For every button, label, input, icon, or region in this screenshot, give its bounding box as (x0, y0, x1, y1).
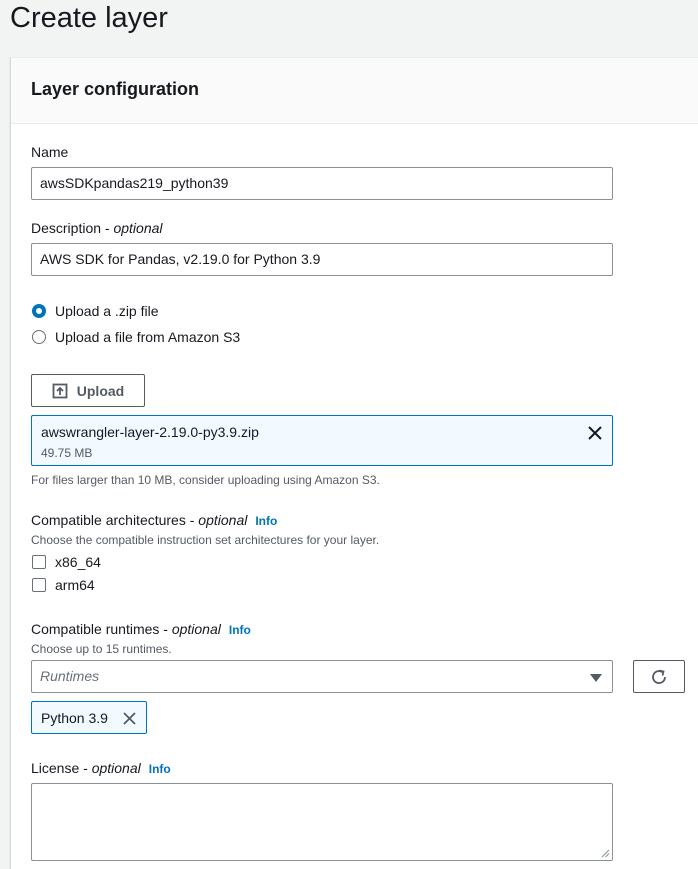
runtimes-optional: optional (171, 621, 221, 637)
description-label-text: Description - (31, 220, 114, 236)
file-size: 49.75 MB (41, 446, 93, 460)
runtime-token: Python 3.9 (31, 701, 147, 734)
name-input[interactable]: awsSDKpandas219_python39 (31, 167, 613, 200)
layer-configuration-panel: Layer configuration Name awsSDKpandas219… (10, 57, 698, 869)
file-name: awswrangler-layer-2.19.0-py3.9.zip (41, 424, 259, 440)
description-input[interactable]: AWS SDK for Pandas, v2.19.0 for Python 3… (31, 243, 613, 276)
radio-selected-icon[interactable] (32, 304, 46, 318)
description-label: Description - optional (31, 219, 163, 237)
runtime-token-label: Python 3.9 (41, 709, 108, 726)
name-input-value: awsSDKpandas219_python39 (40, 175, 229, 191)
architectures-description: Choose the compatible instruction set ar… (31, 533, 380, 547)
runtimes-select[interactable]: Runtimes (31, 660, 613, 693)
upload-s3-label: Upload a file from Amazon S3 (55, 329, 241, 345)
runtimes-placeholder: Runtimes (40, 668, 100, 684)
license-label-text: License - (31, 760, 92, 776)
caret-down-icon (590, 674, 602, 682)
description-input-value: AWS SDK for Pandas, v2.19.0 for Python 3… (40, 251, 321, 267)
upload-zip-label: Upload a .zip file (55, 303, 159, 319)
runtimes-description: Choose up to 15 runtimes. (31, 642, 172, 656)
checkbox-icon[interactable] (32, 555, 46, 569)
description-optional: optional (113, 220, 163, 236)
runtimes-info-link[interactable]: Info (229, 623, 251, 637)
upload-zip-option[interactable]: Upload a .zip file (32, 303, 159, 319)
name-label: Name (31, 144, 69, 160)
architectures-optional: optional (198, 512, 248, 528)
license-info-link[interactable]: Info (149, 762, 171, 776)
runtimes-label: Compatible runtimes - optional Info (31, 620, 251, 639)
checkbox-icon[interactable] (32, 578, 46, 592)
upload-button[interactable]: Upload (31, 374, 145, 407)
resize-grip-icon[interactable] (601, 849, 610, 858)
upload-hint: For files larger than 10 MB, consider up… (31, 473, 380, 487)
license-label: License - optional Info (31, 759, 171, 778)
arch-option-x86[interactable]: x86_64 (32, 554, 101, 570)
upload-icon (52, 383, 68, 398)
panel-title: Layer configuration (31, 79, 200, 99)
arch-option-label: arm64 (55, 577, 95, 593)
runtimes-label-text: Compatible runtimes - (31, 621, 172, 637)
remove-file-icon[interactable] (587, 425, 603, 441)
radio-unselected-icon[interactable] (32, 330, 46, 344)
architectures-label: Compatible architectures - optional Info (31, 511, 277, 530)
remove-runtime-icon[interactable] (122, 711, 137, 726)
refresh-icon (652, 669, 666, 684)
arch-option-label: x86_64 (55, 554, 101, 570)
arch-option-arm64[interactable]: arm64 (32, 577, 95, 593)
architectures-info-link[interactable]: Info (255, 514, 277, 528)
refresh-runtimes-button[interactable] (633, 660, 685, 693)
page-title: Create layer (10, 2, 168, 34)
license-optional: optional (91, 760, 141, 776)
upload-button-label: Upload (76, 382, 125, 399)
panel-header: Layer configuration (11, 58, 698, 124)
license-textarea[interactable] (31, 783, 613, 861)
architectures-label-text: Compatible architectures - (31, 512, 199, 528)
uploaded-file-card: awswrangler-layer-2.19.0-py3.9.zip 49.75… (31, 415, 613, 466)
upload-s3-option[interactable]: Upload a file from Amazon S3 (32, 329, 240, 345)
